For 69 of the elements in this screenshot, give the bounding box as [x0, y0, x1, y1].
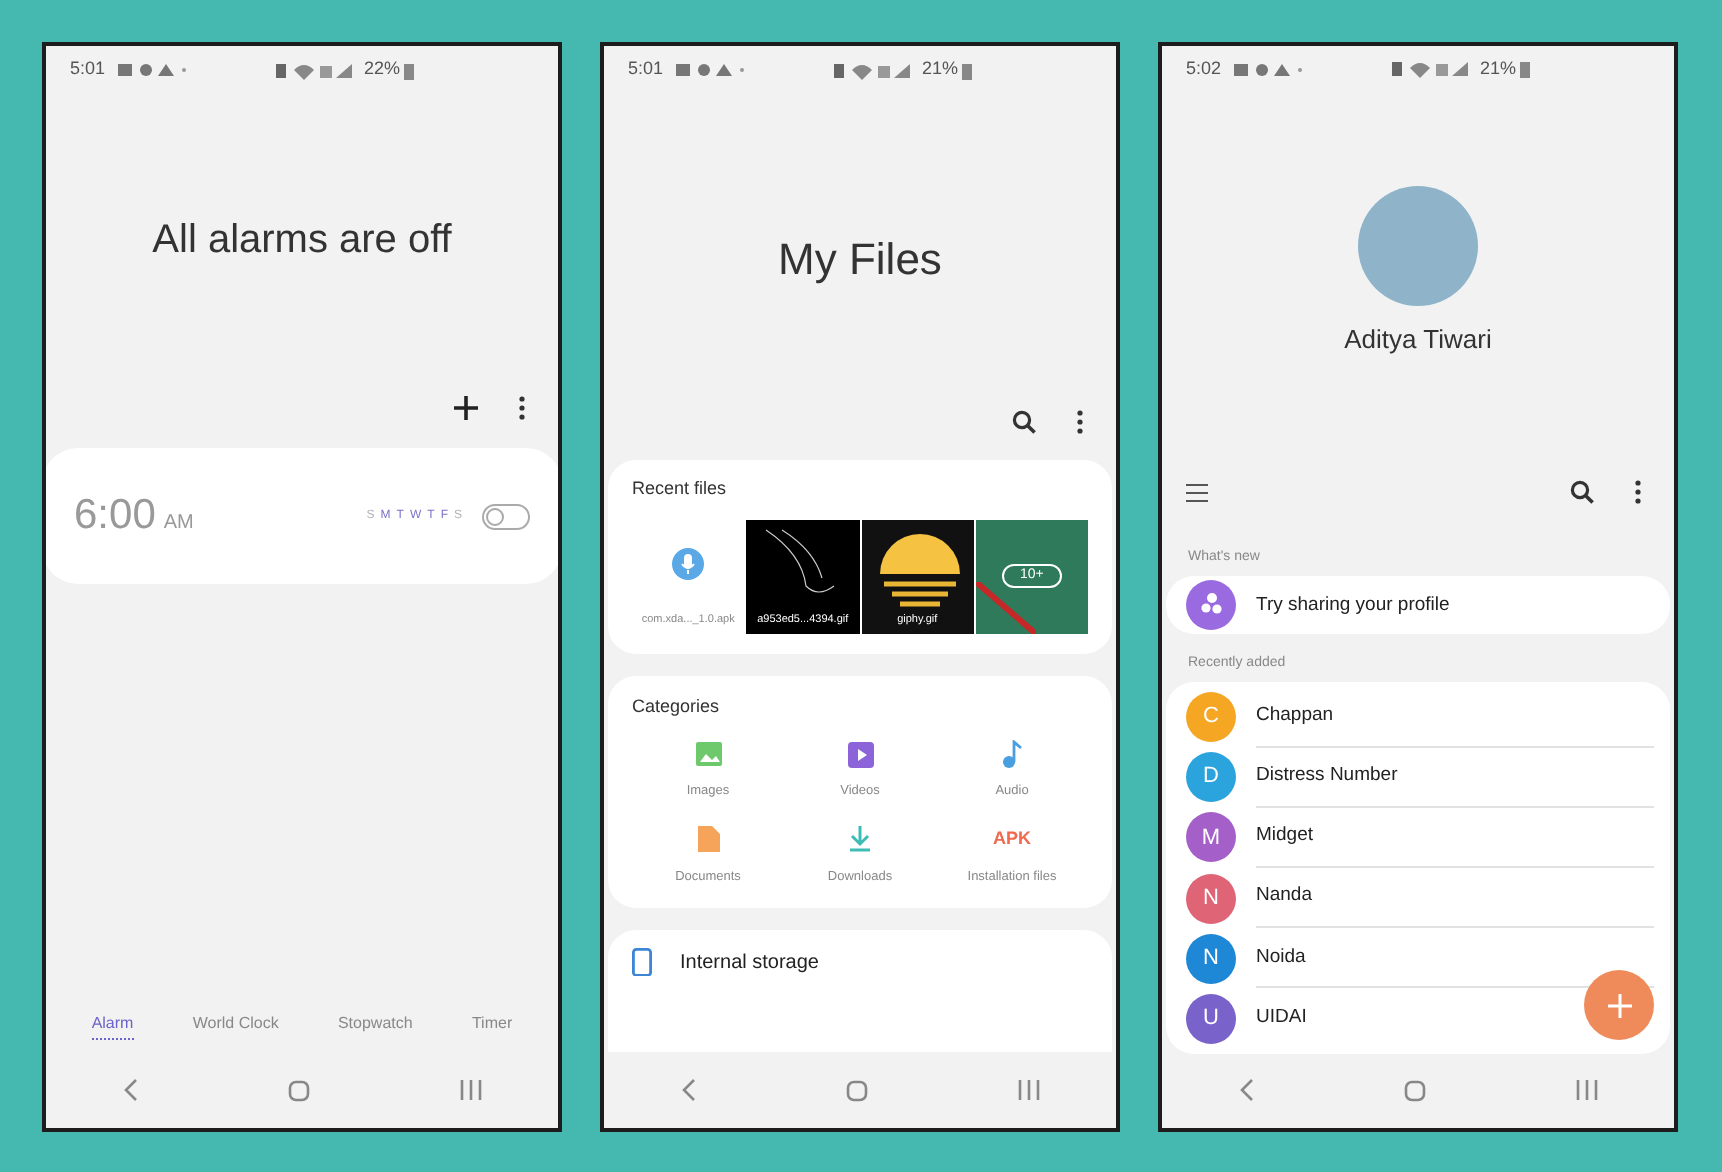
recents-icon[interactable]	[1576, 1080, 1599, 1101]
storage-label: Internal storage	[680, 949, 819, 977]
contact-name[interactable]: Noida	[1256, 943, 1306, 972]
tab[interactable]: Stopwatch	[337, 1012, 413, 1040]
more-options-icon[interactable]	[1634, 480, 1642, 505]
alarm-toggle[interactable]	[482, 503, 530, 529]
notification-icons	[1233, 61, 1302, 78]
music-note-icon	[1002, 740, 1022, 768]
home-icon[interactable]	[287, 1079, 310, 1101]
status-time: 5:01	[70, 56, 106, 83]
battery-percent: 22%	[363, 56, 400, 83]
contact-avatar: C	[1186, 692, 1236, 743]
profile-name: Aditya Tiwari	[1342, 321, 1494, 358]
contact-name[interactable]: Midget	[1256, 822, 1314, 852]
signal-icons	[833, 61, 914, 79]
search-icon[interactable]	[1570, 480, 1594, 505]
add-icon[interactable]	[454, 396, 478, 420]
section-heading: Recent files	[632, 476, 729, 502]
screen-title: My Files	[776, 232, 944, 288]
play-icon	[847, 741, 873, 767]
phone-icon	[632, 947, 652, 975]
status-time: 5:02	[1186, 56, 1222, 83]
contact-name[interactable]: Nanda	[1256, 882, 1312, 912]
back-icon[interactable]	[1237, 1078, 1254, 1103]
battery-icon	[1520, 60, 1530, 79]
signal-icons	[275, 61, 356, 79]
contact-name[interactable]: Chappan	[1256, 701, 1334, 731]
tab[interactable]: Timer	[471, 1012, 513, 1040]
back-icon[interactable]	[121, 1078, 138, 1102]
back-icon[interactable]	[679, 1078, 696, 1102]
battery-percent: 21%	[921, 56, 958, 83]
battery-icon	[404, 61, 414, 79]
status-time: 5:01	[628, 56, 664, 83]
alarm-time: 6:00	[74, 490, 156, 543]
battery-percent: 21%	[1479, 56, 1516, 83]
share-profile-item[interactable]: Try sharing your profile	[1166, 576, 1670, 634]
contact-name[interactable]: Distress Number	[1256, 762, 1398, 791]
notification-icons	[675, 62, 744, 78]
download-icon	[848, 826, 872, 853]
alarm-period: AM	[163, 509, 194, 537]
contact-avatar: N	[1186, 933, 1236, 984]
more-options-icon[interactable]	[1076, 410, 1084, 434]
tab[interactable]: World Clock	[192, 1012, 279, 1040]
battery-icon	[962, 61, 972, 79]
screen-title: All alarms are off	[150, 216, 454, 266]
signal-icons	[1391, 60, 1472, 79]
contact-avatar: D	[1186, 752, 1236, 803]
contact-avatar: N	[1186, 873, 1236, 924]
document-icon	[697, 826, 719, 853]
more-options-icon[interactable]	[518, 396, 526, 420]
section-heading: Categories	[632, 693, 722, 720]
contact-avatar: M	[1186, 812, 1236, 863]
apk-icon: APK	[992, 826, 1031, 853]
microphone-icon	[672, 547, 705, 579]
people-icon	[1186, 580, 1236, 631]
home-icon[interactable]	[1403, 1079, 1426, 1102]
menu-icon[interactable]	[1186, 483, 1208, 502]
tab[interactable]: Alarm	[91, 1012, 134, 1040]
recents-icon[interactable]	[1018, 1080, 1041, 1100]
contact-avatar: U	[1186, 993, 1236, 1044]
recents-icon[interactable]	[460, 1080, 483, 1100]
diagonal-stripe-drawing	[975, 581, 1036, 633]
picture-icon	[695, 742, 721, 766]
search-icon[interactable]	[1012, 410, 1036, 434]
storage-card[interactable]: Internal storage	[608, 929, 1112, 1052]
notification-icons	[117, 62, 186, 78]
contact-name[interactable]: UIDAI	[1256, 1004, 1307, 1034]
add-icon	[1607, 993, 1631, 1017]
home-icon[interactable]	[845, 1079, 868, 1101]
